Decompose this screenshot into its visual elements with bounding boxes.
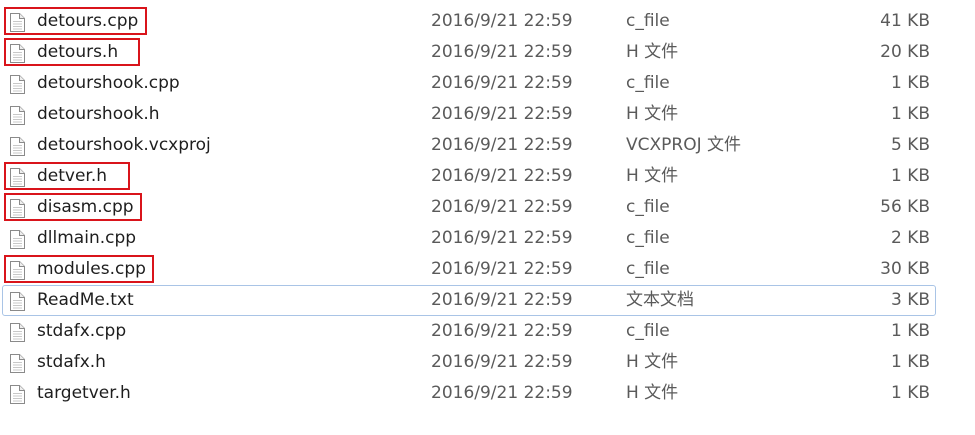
document-icon	[9, 353, 25, 373]
file-list: detours.cpp 2016/9/21 22:59 c_file 41 KB det…	[0, 6, 975, 409]
document-icon	[9, 12, 25, 32]
document-icon	[9, 260, 25, 280]
file-size: 1 KB	[890, 166, 930, 186]
file-row[interactable]: detourshook.vcxproj 2016/9/21 22:59 VCXPRO…	[0, 130, 975, 161]
file-type: c_file	[626, 228, 670, 248]
document-icon	[9, 322, 25, 342]
date-modified: 2016/9/21 22:59	[431, 197, 573, 217]
date-modified: 2016/9/21 22:59	[431, 352, 573, 372]
file-type: c_file	[626, 197, 670, 217]
file-name: targetver.h	[37, 383, 131, 403]
document-icon	[9, 105, 25, 125]
file-size: 1 KB	[890, 321, 930, 341]
file-type: 文本文档	[626, 290, 694, 310]
date-modified: 2016/9/21 22:59	[431, 104, 573, 124]
file-size: 1 KB	[890, 73, 930, 93]
file-type: H 文件	[626, 42, 679, 62]
date-modified: 2016/9/21 22:59	[431, 290, 573, 310]
file-name: detours.h	[37, 42, 119, 62]
file-row[interactable]: stdafx.cpp 2016/9/21 22:59 c_file 1 KB	[0, 316, 975, 347]
file-type: H 文件	[626, 104, 679, 124]
file-row[interactable]: dllmain.cpp 2016/9/21 22:59 c_file 2 KB	[0, 223, 975, 254]
file-type: H 文件	[626, 383, 679, 403]
file-size: 1 KB	[890, 104, 930, 124]
document-icon	[9, 384, 25, 404]
file-name: detourshook.vcxproj	[37, 135, 211, 155]
file-row[interactable]: detver.h 2016/9/21 22:59 H 文件 1 KB	[0, 161, 975, 192]
file-row[interactable]: detours.cpp 2016/9/21 22:59 c_file 41 KB	[0, 6, 975, 37]
document-icon	[9, 229, 25, 249]
file-size: 3 KB	[890, 290, 930, 310]
file-type: VCXPROJ 文件	[626, 135, 742, 155]
document-icon	[9, 43, 25, 63]
file-size: 56 KB	[880, 197, 930, 217]
file-type: c_file	[626, 11, 670, 31]
file-name: modules.cpp	[37, 259, 146, 279]
file-row[interactable]: detourshook.cpp 2016/9/21 22:59 c_file 1 KB	[0, 68, 975, 99]
date-modified: 2016/9/21 22:59	[431, 383, 573, 403]
date-modified: 2016/9/21 22:59	[431, 11, 573, 31]
file-row[interactable]: modules.cpp 2016/9/21 22:59 c_file 30 KB	[0, 254, 975, 285]
date-modified: 2016/9/21 22:59	[431, 228, 573, 248]
file-row[interactable]: stdafx.h 2016/9/21 22:59 H 文件 1 KB	[0, 347, 975, 378]
document-icon	[9, 198, 25, 218]
file-size: 20 KB	[880, 42, 930, 62]
date-modified: 2016/9/21 22:59	[431, 135, 573, 155]
file-type: c_file	[626, 321, 670, 341]
date-modified: 2016/9/21 22:59	[431, 259, 573, 279]
file-name: ReadMe.txt	[37, 290, 134, 310]
file-type: H 文件	[626, 352, 679, 372]
file-row[interactable]: disasm.cpp 2016/9/21 22:59 c_file 56 KB	[0, 192, 975, 223]
file-name: detver.h	[37, 166, 108, 186]
file-name: disasm.cpp	[37, 197, 134, 217]
date-modified: 2016/9/21 22:59	[431, 73, 573, 93]
document-icon	[9, 74, 25, 94]
file-size: 5 KB	[890, 135, 930, 155]
file-name: stdafx.h	[37, 352, 106, 372]
date-modified: 2016/9/21 22:59	[431, 321, 573, 341]
date-modified: 2016/9/21 22:59	[431, 42, 573, 62]
file-type: H 文件	[626, 166, 679, 186]
file-size: 30 KB	[880, 259, 930, 279]
document-icon	[9, 167, 25, 187]
document-icon	[9, 291, 25, 311]
file-name: detours.cpp	[37, 11, 139, 31]
file-type: c_file	[626, 73, 670, 93]
file-type: c_file	[626, 259, 670, 279]
document-icon	[9, 136, 25, 156]
date-modified: 2016/9/21 22:59	[431, 166, 573, 186]
file-row[interactable]: detourshook.h 2016/9/21 22:59 H 文件 1 KB	[0, 99, 975, 130]
file-size: 1 KB	[890, 383, 930, 403]
file-size: 1 KB	[890, 352, 930, 372]
file-size: 2 KB	[890, 228, 930, 248]
file-row[interactable]: detours.h 2016/9/21 22:59 H 文件 20 KB	[0, 37, 975, 68]
file-row[interactable]: targetver.h 2016/9/21 22:59 H 文件 1 KB	[0, 378, 975, 409]
file-name: dllmain.cpp	[37, 228, 137, 248]
file-row[interactable]: ReadMe.txt 2016/9/21 22:59 文本文档 3 KB	[0, 285, 975, 316]
file-size: 41 KB	[880, 11, 930, 31]
file-name: detourshook.h	[37, 104, 160, 124]
file-name: detourshook.cpp	[37, 73, 180, 93]
file-name: stdafx.cpp	[37, 321, 127, 341]
